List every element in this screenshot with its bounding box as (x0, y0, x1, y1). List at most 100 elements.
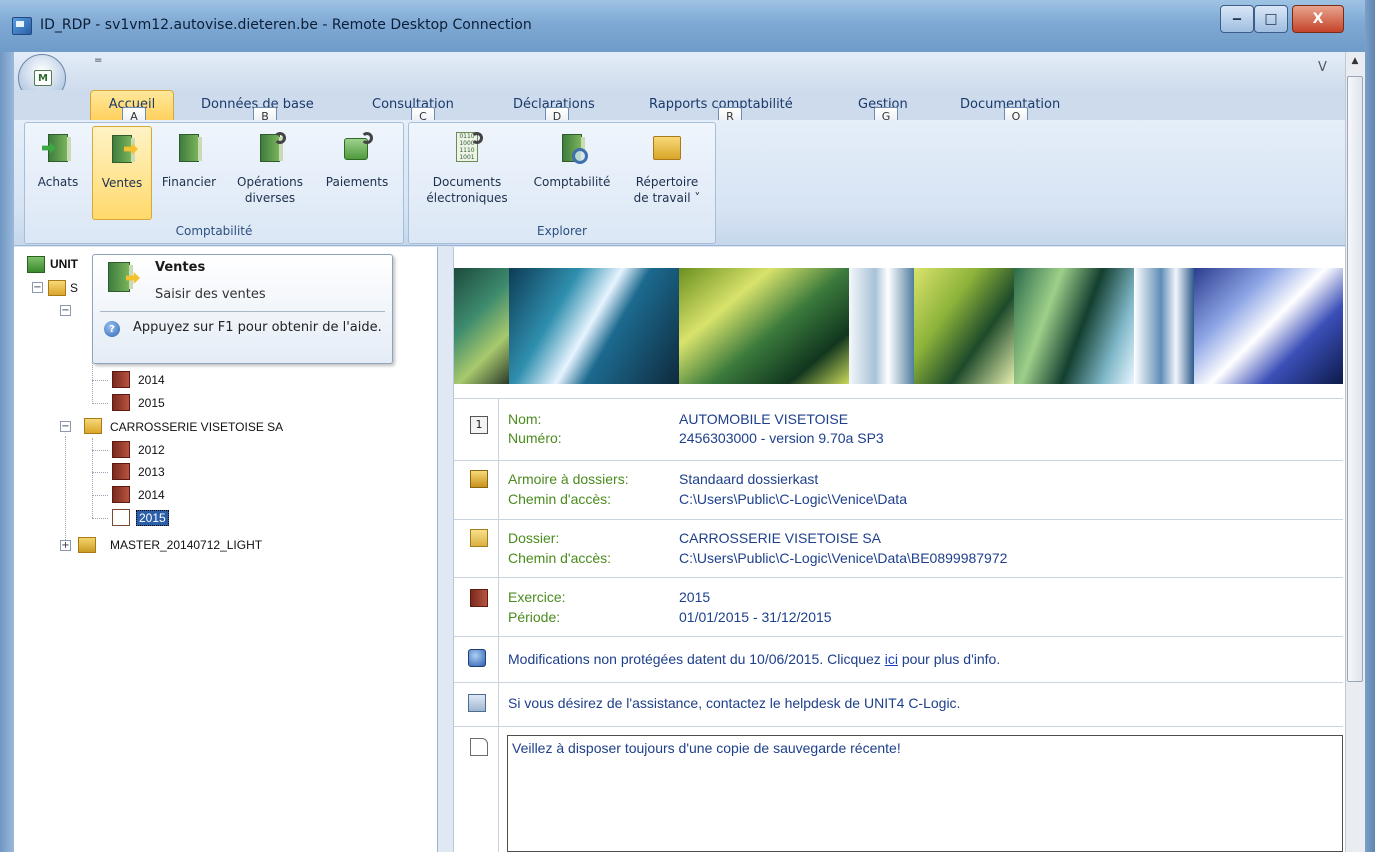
fiscal-year-icon (470, 589, 488, 607)
group-label-comptabilite: Comptabilité (175, 224, 253, 238)
tooltip-help-text: Appuyez sur F1 pour obtenir de l'aide. (133, 320, 382, 335)
armoire-value: Standaard dossierkast (679, 471, 819, 487)
periode-label: Période: (508, 609, 561, 625)
exercice-label: Exercice: (508, 589, 566, 605)
minimize-button[interactable]: ‒ (1220, 5, 1254, 33)
misc-operations-icon (254, 132, 286, 164)
nom-value: AUTOMOBILE VISETOISE (679, 411, 849, 427)
remote-desktop-icon (12, 17, 32, 35)
tree-guide (92, 450, 108, 451)
fiscal-year-icon (112, 371, 130, 388)
tree-expand-toggle[interactable]: + (60, 540, 71, 551)
nom-label: Nom: (508, 411, 542, 427)
window-frame-right (1365, 0, 1375, 852)
info-link[interactable]: ici (885, 651, 898, 667)
documents-label: Documents électroniques (426, 175, 508, 205)
tree-child-label[interactable]: S (70, 281, 78, 295)
dossier-label: Dossier: (508, 530, 560, 546)
info-row-exercice (454, 577, 1343, 636)
scroll-up-arrow-icon[interactable]: ▲ (1346, 52, 1364, 70)
numero-label: Numéro: (508, 430, 562, 446)
chemin-dossier-label: Chemin d'accès: (508, 550, 612, 566)
info-icon-column (454, 398, 499, 852)
window-frame-left (0, 52, 14, 852)
note-textarea[interactable]: Veillez à disposer toujours d'une copie … (507, 735, 1343, 852)
comptabilite-label: Comptabilité (533, 175, 611, 189)
documents-electroniques-button[interactable]: 0110 1000 1110 1001 Documents électroniques (412, 126, 522, 220)
exercice-value: 2015 (679, 589, 711, 605)
info-help-icon (468, 649, 486, 667)
tree-item-year[interactable]: 2014 (138, 373, 165, 387)
app-logo-icon: M (34, 70, 52, 86)
tree-item-year[interactable]: 2015 (138, 396, 165, 410)
info-row-dossier (454, 519, 1343, 577)
accounting-explorer-icon (556, 132, 588, 164)
achats-button[interactable]: Achats (30, 126, 86, 220)
dossier-value: CARROSSERIE VISETOISE SA (679, 530, 882, 546)
tree-expand-toggle[interactable]: − (60, 421, 71, 432)
quick-access-bar (14, 52, 1345, 90)
operations-label: Opérations diverses (237, 175, 303, 205)
root-cabinet-icon (27, 256, 45, 273)
close-button[interactable]: X (1292, 5, 1344, 33)
helpdesk-icon (468, 694, 486, 712)
fiscal-year-icon (112, 394, 130, 411)
banner-image (454, 268, 1343, 384)
fiscal-year-icon (112, 441, 130, 458)
tree-guide (92, 472, 108, 473)
tree-root-label[interactable]: UNIT (50, 257, 78, 271)
window-title: ID_RDP - sv1vm12.autovise.dieteren.be - … (40, 17, 532, 33)
chemin-label: Chemin d'accès: (508, 491, 612, 507)
assistance-message: Si vous désirez de l'assistance, contact… (508, 695, 961, 711)
numero-value: 2456303000 - version 9.70a SP3 (679, 430, 884, 446)
operations-diverses-button[interactable]: Opérations diverses (226, 126, 314, 220)
tree-item-master[interactable]: MASTER_20140712_LIGHT (110, 538, 262, 552)
ventes-button[interactable]: Ventes (92, 126, 152, 220)
help-icon: ? (104, 321, 120, 337)
tree-guide (65, 436, 66, 546)
info-row-armoire (454, 460, 1343, 519)
pane-splitter[interactable] (438, 247, 454, 852)
tree-guide (92, 495, 108, 496)
purchase-book-icon (42, 132, 74, 164)
fiscal-year-icon (112, 486, 130, 503)
tree-item-year[interactable]: 2014 (138, 488, 165, 502)
group-label-explorer: Explorer (537, 224, 587, 238)
electronic-documents-icon: 0110 1000 1110 1001 (451, 132, 483, 164)
tree-item-year[interactable]: 2012 (138, 443, 165, 457)
achats-label: Achats (37, 175, 79, 189)
paiements-button[interactable]: Paiements (316, 126, 398, 220)
tree-guide (92, 403, 108, 404)
paiements-label: Paiements (325, 175, 389, 189)
tree-item-year[interactable]: 2013 (138, 465, 165, 479)
maximize-button[interactable]: □ (1254, 5, 1288, 33)
financier-button[interactable]: Financier (154, 126, 224, 220)
fiscal-year-open-icon (112, 509, 130, 526)
master-cabinet-icon (78, 537, 96, 553)
modifications-message: Modifications non protégées datent du 10… (508, 651, 1001, 667)
top-right-label: V (1318, 60, 1327, 75)
tooltip-title: Ventes (155, 260, 206, 275)
tree-expand-toggle[interactable]: − (60, 305, 71, 316)
tooltip-description: Saisir des ventes (155, 287, 266, 302)
repertoire-de-travail-button[interactable]: Répertoire de travail ˅ (624, 126, 710, 220)
info-row-societe (454, 398, 1343, 460)
repertoire-label: Répertoire de travail ˅ (633, 175, 701, 205)
tree-guide (92, 380, 108, 381)
quick-access-dropdown[interactable]: = (94, 55, 102, 66)
tree-item-year-selected[interactable]: 2015 (136, 510, 169, 526)
tree-item-dossier[interactable]: CARROSSERIE VISETOISE SA (110, 420, 283, 434)
note-icon (470, 738, 488, 756)
sales-book-icon (104, 260, 140, 296)
cabinet-folder-icon (48, 280, 66, 296)
financial-book-icon (173, 132, 205, 164)
working-folder-icon (651, 132, 683, 164)
cabinet-icon (470, 470, 488, 488)
armoire-label: Armoire à dossiers: (508, 471, 629, 487)
fiscal-year-icon (112, 463, 130, 480)
dossier-folder-icon (84, 418, 102, 434)
tree-expand-toggle[interactable]: − (32, 282, 43, 293)
scrollbar-thumb[interactable] (1347, 76, 1363, 682)
comptabilite-explorer-button[interactable]: Comptabilité (522, 126, 622, 220)
chemin-dossier-value: C:\Users\Public\C-Logic\Venice\Data\BE08… (679, 550, 1008, 566)
